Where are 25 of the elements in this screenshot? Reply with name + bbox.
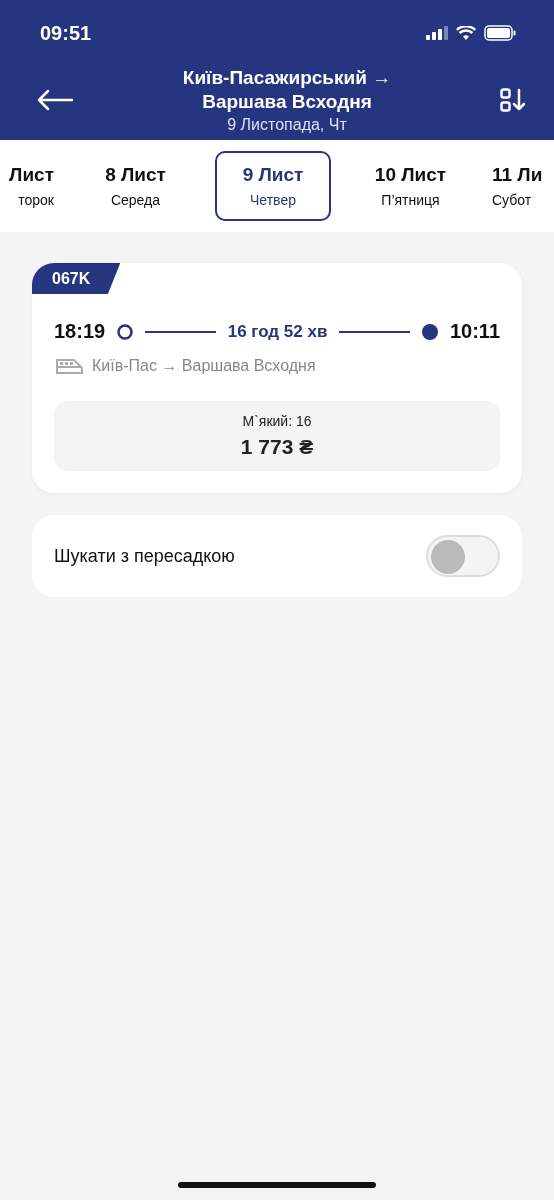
travel-duration: 16 год 52 хв [227, 321, 328, 342]
transfer-label: Шукати з пересадкою [54, 545, 235, 567]
signal-icon [426, 26, 448, 40]
back-button[interactable] [36, 89, 74, 111]
departure-time: 18:19 [54, 320, 106, 343]
arrival-time: 10:11 [449, 320, 500, 343]
sort-icon [500, 88, 526, 112]
fare-panel[interactable]: М`який: 16 1 773 ₴ [54, 401, 500, 471]
route-text: Київ-Пас → Варшава Всходня [92, 357, 316, 375]
wifi-icon [456, 26, 476, 40]
date-tab[interactable]: 9 Лист Четвер [215, 151, 331, 221]
back-arrow-icon [36, 89, 74, 111]
train-card[interactable]: 067K 18:19 16 год 52 хв 10:11 Київ-Пас → Варшава Всходня М`який: 16 1 773 ₴ [32, 263, 522, 493]
train-icon [56, 358, 84, 374]
transfer-switch[interactable] [426, 535, 500, 577]
battery-icon [484, 25, 516, 41]
status-time: 09:51 [40, 21, 92, 45]
sort-button[interactable] [500, 88, 526, 112]
train-number: 067K [32, 263, 121, 294]
route-title: Київ-Пасажирський → Варшава Всходня [181, 66, 393, 114]
fare-price: 1 773 ₴ [240, 435, 314, 459]
seat-class: М`який: 16 [242, 413, 312, 429]
date-subtitle: 9 Листопада, Чт [227, 116, 347, 134]
origin-dot-icon [117, 323, 134, 340]
destination-dot-icon [421, 323, 438, 340]
